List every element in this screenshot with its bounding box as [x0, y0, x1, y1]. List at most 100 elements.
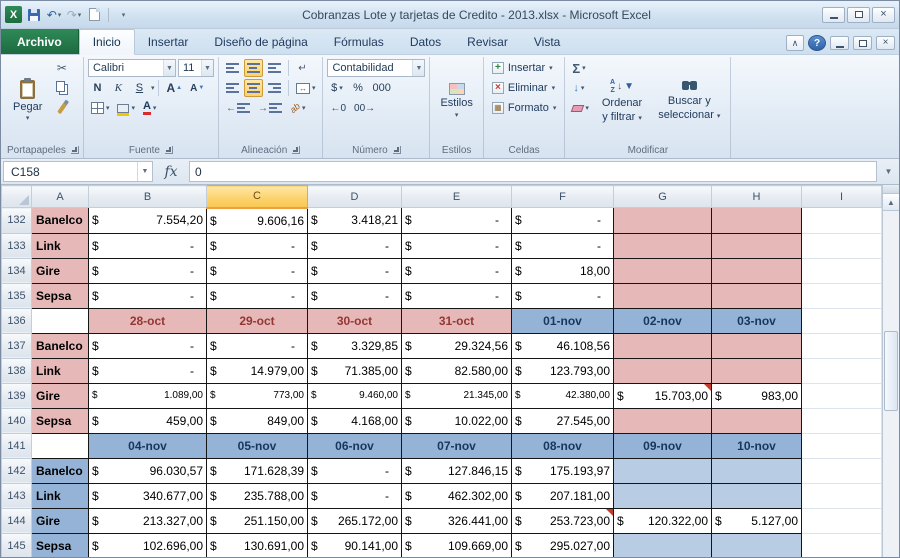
cell-E143[interactable]: $462.302,00: [402, 483, 512, 508]
cell-C136[interactable]: 29-oct: [207, 308, 308, 333]
merge-center-button[interactable]: ↔▾: [293, 79, 319, 97]
column-header-B[interactable]: B: [89, 186, 207, 208]
cell-F142[interactable]: $175.193,97: [512, 458, 614, 483]
cell-H134[interactable]: [712, 258, 802, 283]
cell-A139[interactable]: Gire: [32, 383, 89, 408]
cell-A142[interactable]: Banelco: [32, 458, 89, 483]
bold-button[interactable]: N: [88, 79, 107, 97]
cell-H144[interactable]: $5.127,00: [712, 508, 802, 533]
row-header-138[interactable]: 138: [2, 358, 32, 383]
cell-B139[interactable]: $1.089,00: [89, 383, 207, 408]
cell-C134[interactable]: $-: [207, 258, 308, 283]
cell-H136[interactable]: 03-nov: [712, 308, 802, 333]
cell-I137[interactable]: [802, 333, 882, 358]
cell-F140[interactable]: $27.545,00: [512, 408, 614, 433]
cell-C137[interactable]: $-: [207, 333, 308, 358]
cell-E135[interactable]: $-: [402, 283, 512, 308]
cell-G134[interactable]: [614, 258, 712, 283]
tab-revisar[interactable]: Revisar: [454, 30, 521, 54]
cell-I139[interactable]: [802, 383, 882, 408]
align-bottom-button[interactable]: [265, 59, 284, 77]
alignment-dialog-launcher[interactable]: [292, 146, 300, 154]
cell-G142[interactable]: [614, 458, 712, 483]
cell-H145[interactable]: [712, 533, 802, 558]
percent-format-button[interactable]: %: [348, 79, 367, 97]
cell-E141[interactable]: 07-nov: [402, 433, 512, 458]
cell-E139[interactable]: $21.345,00: [402, 383, 512, 408]
row-header-133[interactable]: 133: [2, 233, 32, 258]
minimize-ribbon-button[interactable]: ∧: [786, 35, 804, 51]
restore-button[interactable]: [847, 7, 870, 23]
scroll-up-button[interactable]: ▲: [883, 194, 899, 211]
cell-H141[interactable]: 10-nov: [712, 433, 802, 458]
increase-decimal-button[interactable]: ←0: [327, 99, 349, 117]
cell-A140[interactable]: Sepsa: [32, 408, 89, 433]
align-center-button[interactable]: [244, 79, 263, 97]
cell-G144[interactable]: $120.322,00: [614, 508, 712, 533]
tab-vista[interactable]: Vista: [521, 30, 573, 54]
align-right-button[interactable]: [265, 79, 284, 97]
cell-B132[interactable]: $7.554,20: [89, 208, 207, 234]
cell-G132[interactable]: [614, 208, 712, 234]
cell-A132[interactable]: Banelco: [32, 208, 89, 234]
cell-D133[interactable]: $-: [308, 233, 402, 258]
cell-D134[interactable]: $-: [308, 258, 402, 283]
cell-E144[interactable]: $326.441,00: [402, 508, 512, 533]
name-box[interactable]: C158 ▼: [3, 161, 153, 182]
workbook-minimize-button[interactable]: [830, 36, 849, 50]
cell-G139[interactable]: $15.703,00: [614, 383, 712, 408]
cell-I132[interactable]: [802, 208, 882, 234]
insert-cells-button[interactable]: + Insertar ▾: [488, 59, 557, 77]
column-header-A[interactable]: A: [32, 186, 89, 208]
cell-B137[interactable]: $-: [89, 333, 207, 358]
grow-font-button[interactable]: A▲: [163, 79, 185, 97]
cell-G135[interactable]: [614, 283, 712, 308]
decrease-indent-button[interactable]: ←: [223, 99, 253, 117]
close-button[interactable]: ×: [872, 7, 895, 23]
cell-F134[interactable]: $18,00: [512, 258, 614, 283]
cell-I144[interactable]: [802, 508, 882, 533]
cell-D141[interactable]: 06-nov: [308, 433, 402, 458]
cell-I141[interactable]: [802, 433, 882, 458]
cell-I136[interactable]: [802, 308, 882, 333]
row-header-142[interactable]: 142: [2, 458, 32, 483]
tab-inicio[interactable]: Inicio: [79, 29, 135, 55]
cell-D142[interactable]: $-: [308, 458, 402, 483]
cell-C139[interactable]: $773,00: [207, 383, 308, 408]
cell-B140[interactable]: $459,00: [89, 408, 207, 433]
row-header-141[interactable]: 141: [2, 433, 32, 458]
workbook-close-button[interactable]: ×: [876, 36, 895, 50]
cell-C132[interactable]: $9.606,16: [207, 208, 308, 234]
decrease-decimal-button[interactable]: 00→: [351, 99, 378, 117]
cell-F133[interactable]: $-: [512, 233, 614, 258]
cell-A141[interactable]: [32, 433, 89, 458]
workbook-restore-button[interactable]: [853, 36, 872, 50]
cell-I135[interactable]: [802, 283, 882, 308]
cell-H140[interactable]: [712, 408, 802, 433]
row-header-145[interactable]: 145: [2, 533, 32, 558]
cell-G137[interactable]: [614, 333, 712, 358]
cell-E133[interactable]: $-: [402, 233, 512, 258]
styles-button[interactable]: Estilos ▾: [434, 59, 478, 143]
column-header-F[interactable]: F: [512, 186, 614, 208]
tab-datos[interactable]: Datos: [397, 30, 454, 54]
cell-B134[interactable]: $-: [89, 258, 207, 283]
tab-diseño-de-página[interactable]: Diseño de página: [201, 30, 320, 54]
align-left-button[interactable]: [223, 79, 242, 97]
cell-B141[interactable]: 04-nov: [89, 433, 207, 458]
formula-input[interactable]: 0: [189, 161, 877, 182]
row-header-134[interactable]: 134: [2, 258, 32, 283]
cell-G141[interactable]: 09-nov: [614, 433, 712, 458]
cell-G138[interactable]: [614, 358, 712, 383]
cell-H133[interactable]: [712, 233, 802, 258]
cell-A143[interactable]: Link: [32, 483, 89, 508]
cell-E140[interactable]: $10.022,00: [402, 408, 512, 433]
cell-D143[interactable]: $-: [308, 483, 402, 508]
row-header-132[interactable]: 132: [2, 208, 32, 234]
font-color-button[interactable]: A▾: [140, 99, 159, 117]
row-header-135[interactable]: 135: [2, 283, 32, 308]
cell-H135[interactable]: [712, 283, 802, 308]
shrink-font-button[interactable]: A▼: [187, 79, 207, 97]
autosum-button[interactable]: Σ▾: [569, 59, 588, 77]
font-size-select[interactable]: 11▼: [178, 59, 214, 77]
